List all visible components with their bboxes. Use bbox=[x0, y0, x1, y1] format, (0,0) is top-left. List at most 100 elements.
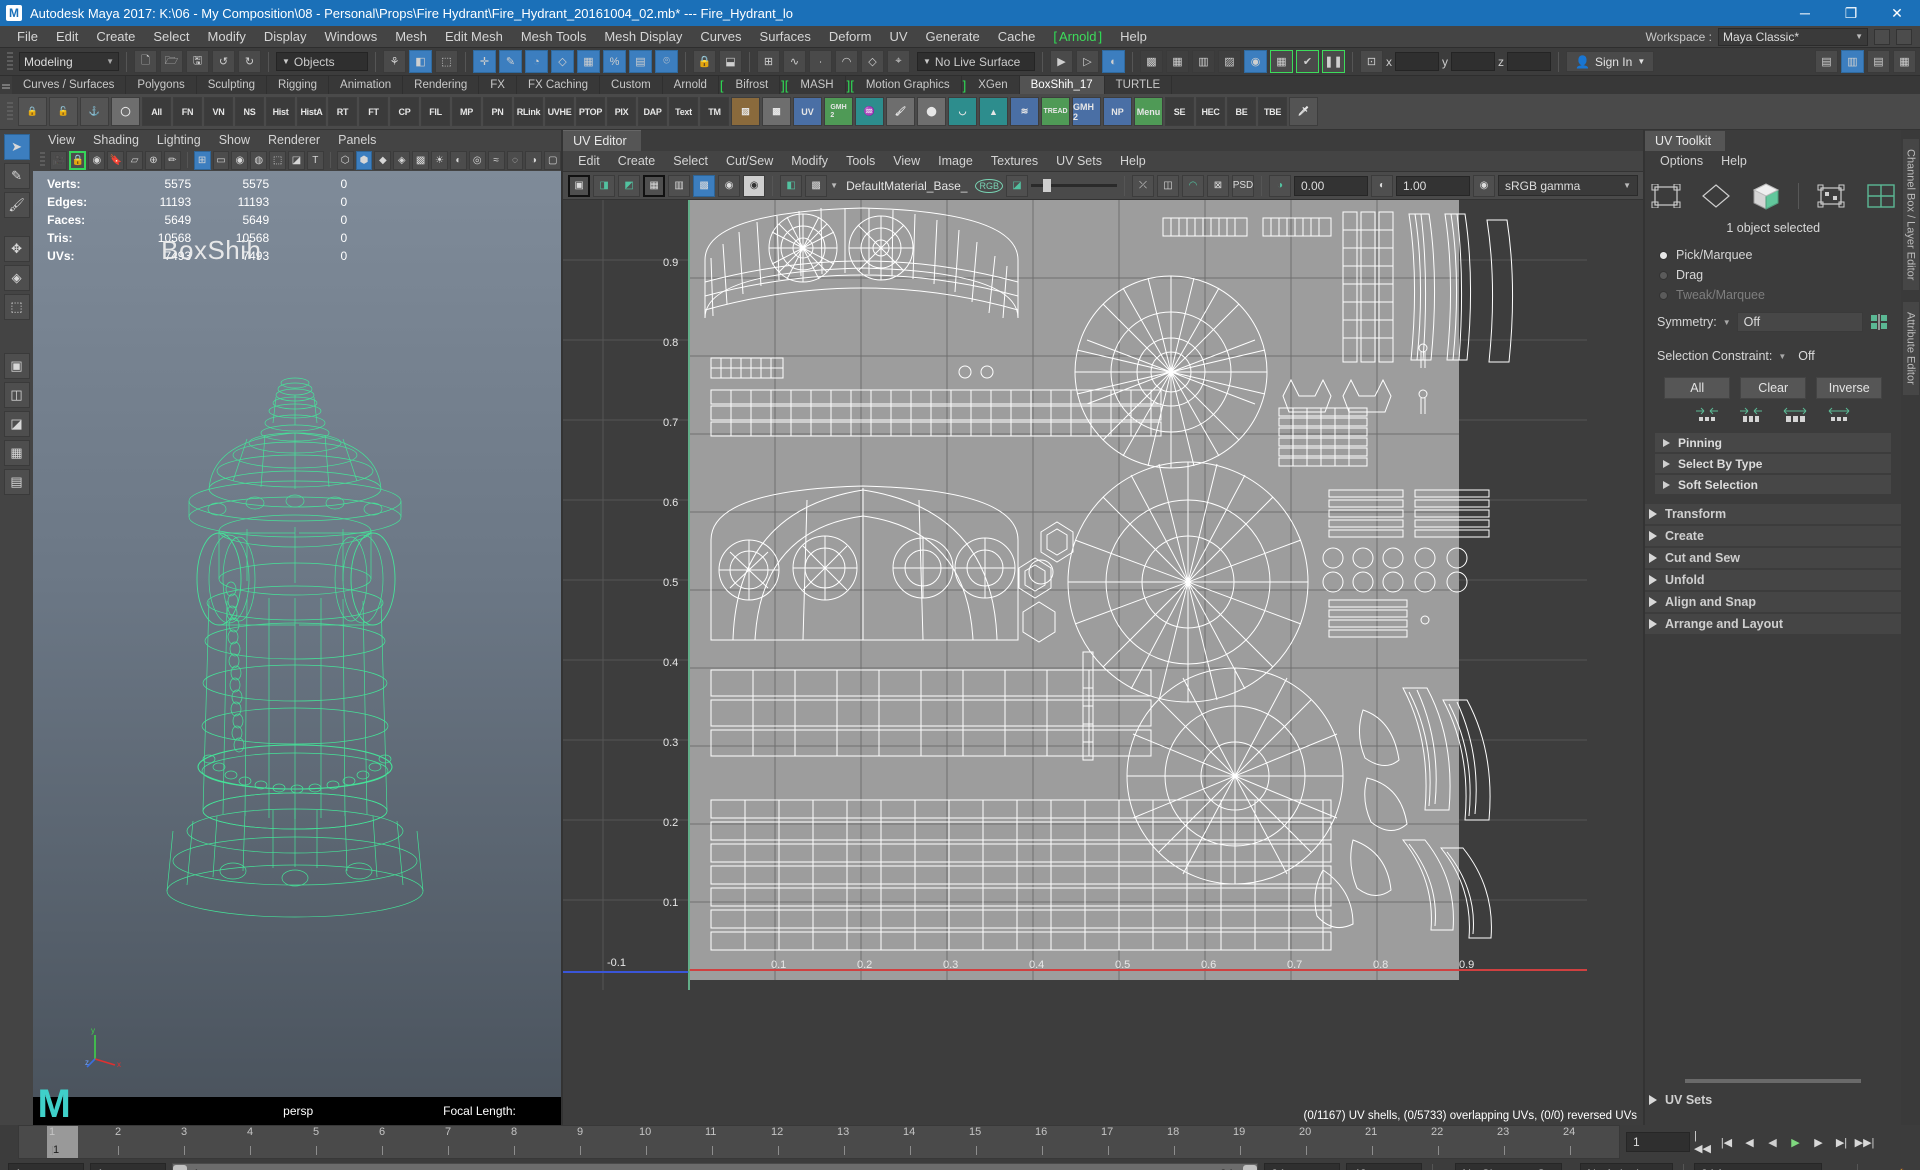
play-forwards-icon[interactable]: ▶ bbox=[1786, 1133, 1805, 1152]
anim-end-field[interactable]: 48 bbox=[1346, 1163, 1423, 1170]
anim-start-field[interactable]: 1 bbox=[8, 1163, 84, 1170]
uv-exposure-icon[interactable]: ◑ bbox=[1269, 174, 1291, 197]
camera-lock-icon[interactable]: 🔒 bbox=[69, 150, 87, 170]
range-slider[interactable]: 1 24 bbox=[172, 1163, 1259, 1170]
shelf-icon-ribbon[interactable]: ≋ bbox=[1010, 97, 1039, 126]
select-shell-icon[interactable] bbox=[1782, 407, 1808, 423]
toolbar-gripper[interactable] bbox=[7, 51, 13, 72]
live-surface-field[interactable]: ▼ No Live Surface bbox=[917, 52, 1035, 71]
shelf-tab-turtle[interactable]: TURTLE bbox=[1105, 76, 1173, 94]
mask-surface-icon[interactable]: ◔ bbox=[525, 50, 548, 73]
uv-face-icon[interactable] bbox=[1698, 181, 1734, 211]
uv-shell-icon[interactable] bbox=[1648, 181, 1684, 211]
shelf-icon-fll[interactable]: FlL bbox=[421, 97, 450, 126]
viewport-menu-renderer[interactable]: Renderer bbox=[259, 132, 329, 148]
menuset-select[interactable]: Modeling ▼ bbox=[19, 52, 119, 71]
snap-viewplane-icon[interactable]: ◇ bbox=[861, 50, 884, 73]
uv-object-icon[interactable] bbox=[1748, 181, 1784, 211]
menu-curves[interactable]: Curves bbox=[691, 27, 750, 46]
viewport-canvas[interactable]: Verts: 5575 5575 0 Edges: 11193 11193 0 … bbox=[33, 171, 562, 1097]
uv-canvas[interactable]: 0.9 0.8 0.7 0.6 0.5 0.4 0.3 0.2 0.1 -0.1… bbox=[563, 200, 1643, 1125]
viewport-toolbar-gripper[interactable] bbox=[40, 152, 46, 168]
uv-view-transform-select[interactable]: sRGB gamma ▼ bbox=[1498, 175, 1638, 196]
step-forward-frame-icon[interactable]: ▶ bbox=[1809, 1133, 1828, 1152]
shelf-tab-fx-caching[interactable]: FX Caching bbox=[517, 76, 601, 94]
uv-menu-uv-sets[interactable]: UV Sets bbox=[1047, 152, 1111, 170]
menu-generate[interactable]: Generate bbox=[917, 27, 989, 46]
mask-render-icon[interactable]: ▤ bbox=[629, 50, 652, 73]
uv-menu-textures[interactable]: Textures bbox=[982, 152, 1047, 170]
toolkit-menu-options[interactable]: Options bbox=[1651, 153, 1712, 169]
shelf-icon-uv-before[interactable]: UV bbox=[793, 97, 822, 126]
menu-file[interactable]: File bbox=[8, 27, 47, 46]
coord-toggle-icon[interactable]: ⊡ bbox=[1360, 50, 1383, 73]
menu-edit-mesh[interactable]: Edit Mesh bbox=[436, 27, 512, 46]
viewport-menu-shading[interactable]: Shading bbox=[84, 132, 148, 148]
toolkit-menu-help[interactable]: Help bbox=[1712, 153, 1756, 169]
symmetry-select[interactable]: Off bbox=[1736, 312, 1864, 332]
wireframe-shading-icon[interactable]: ⬡ bbox=[336, 150, 354, 170]
arnold-pause-icon[interactable]: ❚❚ bbox=[1322, 50, 1345, 73]
uv-alpha-channel-icon[interactable]: ◪ bbox=[1006, 174, 1028, 197]
show-channelbox-icon[interactable]: ▤ bbox=[1815, 50, 1838, 73]
show-modeling-toolkit-icon[interactable]: ▦ bbox=[1893, 50, 1916, 73]
shelf-tab-motion-graphics[interactable]: Motion Graphics bbox=[855, 76, 962, 94]
select-all-button[interactable]: All bbox=[1664, 377, 1731, 399]
uv-exposure-value[interactable]: 0.00 bbox=[1294, 175, 1368, 196]
uv-grid-icon[interactable] bbox=[1863, 181, 1899, 211]
shelf-icon-text[interactable]: Text bbox=[669, 97, 698, 126]
select-component-icon[interactable]: ⬚ bbox=[435, 50, 458, 73]
shelf-icon-unlock[interactable]: 🔓 bbox=[49, 97, 78, 126]
layout-persp-icon[interactable]: ◪ bbox=[3, 411, 30, 437]
new-scene-button[interactable]: 🗋 bbox=[134, 50, 157, 73]
render-view-icon[interactable]: ◉ bbox=[1244, 50, 1267, 73]
xray-joints-icon[interactable]: ◪ bbox=[288, 150, 305, 170]
uv-display-image-icon[interactable]: ▦ bbox=[643, 174, 666, 197]
play-backwards-icon[interactable]: ◀ bbox=[1763, 1133, 1782, 1152]
open-scene-button[interactable]: 🗁 bbox=[160, 50, 183, 73]
shelf-icon-rlink[interactable]: RLink bbox=[514, 97, 543, 126]
shelf-icon-uvhe[interactable]: UVHE bbox=[545, 97, 574, 126]
undo-button[interactable]: ↺ bbox=[212, 50, 235, 73]
uv-material-name[interactable]: DefaultMaterial_Base_ bbox=[841, 178, 973, 193]
tab-channel-box-layer-editor[interactable]: Channel Box / Layer Editor bbox=[1901, 138, 1920, 292]
mode-pick-marquee[interactable]: Pick/Marquee bbox=[1645, 245, 1901, 265]
lock-selection-icon[interactable]: 🔒 bbox=[693, 50, 716, 73]
snap-curve-icon[interactable]: ∿ bbox=[783, 50, 806, 73]
menu-create[interactable]: Create bbox=[87, 27, 144, 46]
shrink-selection-icon[interactable] bbox=[1694, 407, 1720, 423]
maximize-button[interactable]: ❐ bbox=[1828, 0, 1874, 26]
render-current-frame-icon[interactable]: ▩ bbox=[1140, 50, 1163, 73]
shelf-icon-all[interactable]: All bbox=[142, 97, 171, 126]
symmetry-flip-icon[interactable] bbox=[1869, 313, 1889, 331]
mask-misc-icon[interactable]: ⌾ bbox=[655, 50, 678, 73]
shelf-icon-checker[interactable]: ▩ bbox=[762, 97, 791, 126]
toolkit-scroll-handle[interactable] bbox=[1685, 1079, 1862, 1083]
uv-menu-tools[interactable]: Tools bbox=[837, 152, 884, 170]
uv-gamma-value[interactable]: 1.00 bbox=[1396, 175, 1470, 196]
selection-constraint-value-box[interactable]: Off bbox=[1792, 346, 1889, 366]
uv-menu-help[interactable]: Help bbox=[1111, 152, 1155, 170]
select-tool[interactable]: ➤ bbox=[3, 134, 30, 160]
menu-edit[interactable]: Edit bbox=[47, 27, 87, 46]
image-plane-icon[interactable]: ▱ bbox=[126, 150, 144, 170]
section-cut-and-sew[interactable]: Cut and Sew bbox=[1645, 548, 1902, 568]
uv-menu-view[interactable]: View bbox=[884, 152, 929, 170]
layout-four-icon[interactable]: ▦ bbox=[3, 440, 30, 466]
select-clear-button[interactable]: Clear bbox=[1740, 377, 1807, 399]
menu-mesh[interactable]: Mesh bbox=[386, 27, 436, 46]
snap-point-icon[interactable]: ∙ bbox=[809, 50, 832, 73]
uv-menu-create[interactable]: Create bbox=[609, 152, 665, 170]
menu-uv[interactable]: UV bbox=[880, 27, 916, 46]
shelf-tab-xgen[interactable]: XGen bbox=[967, 76, 1020, 94]
shelf-icon-knife[interactable]: 🗡 bbox=[1289, 97, 1318, 126]
ao-icon[interactable]: ◎ bbox=[468, 150, 486, 170]
ipr-render-icon[interactable]: ▦ bbox=[1166, 50, 1189, 73]
select-hierarchy-icon[interactable]: ⚘ bbox=[383, 50, 406, 73]
close-button[interactable]: ✕ bbox=[1874, 0, 1920, 26]
uv-menu-image[interactable]: Image bbox=[929, 152, 982, 170]
select-inverse-button[interactable]: Inverse bbox=[1816, 377, 1883, 399]
shelf-icon-rt[interactable]: RT bbox=[328, 97, 357, 126]
viewport-menu-lighting[interactable]: Lighting bbox=[148, 132, 210, 148]
section-soft-selection[interactable]: Soft Selection bbox=[1655, 475, 1892, 494]
